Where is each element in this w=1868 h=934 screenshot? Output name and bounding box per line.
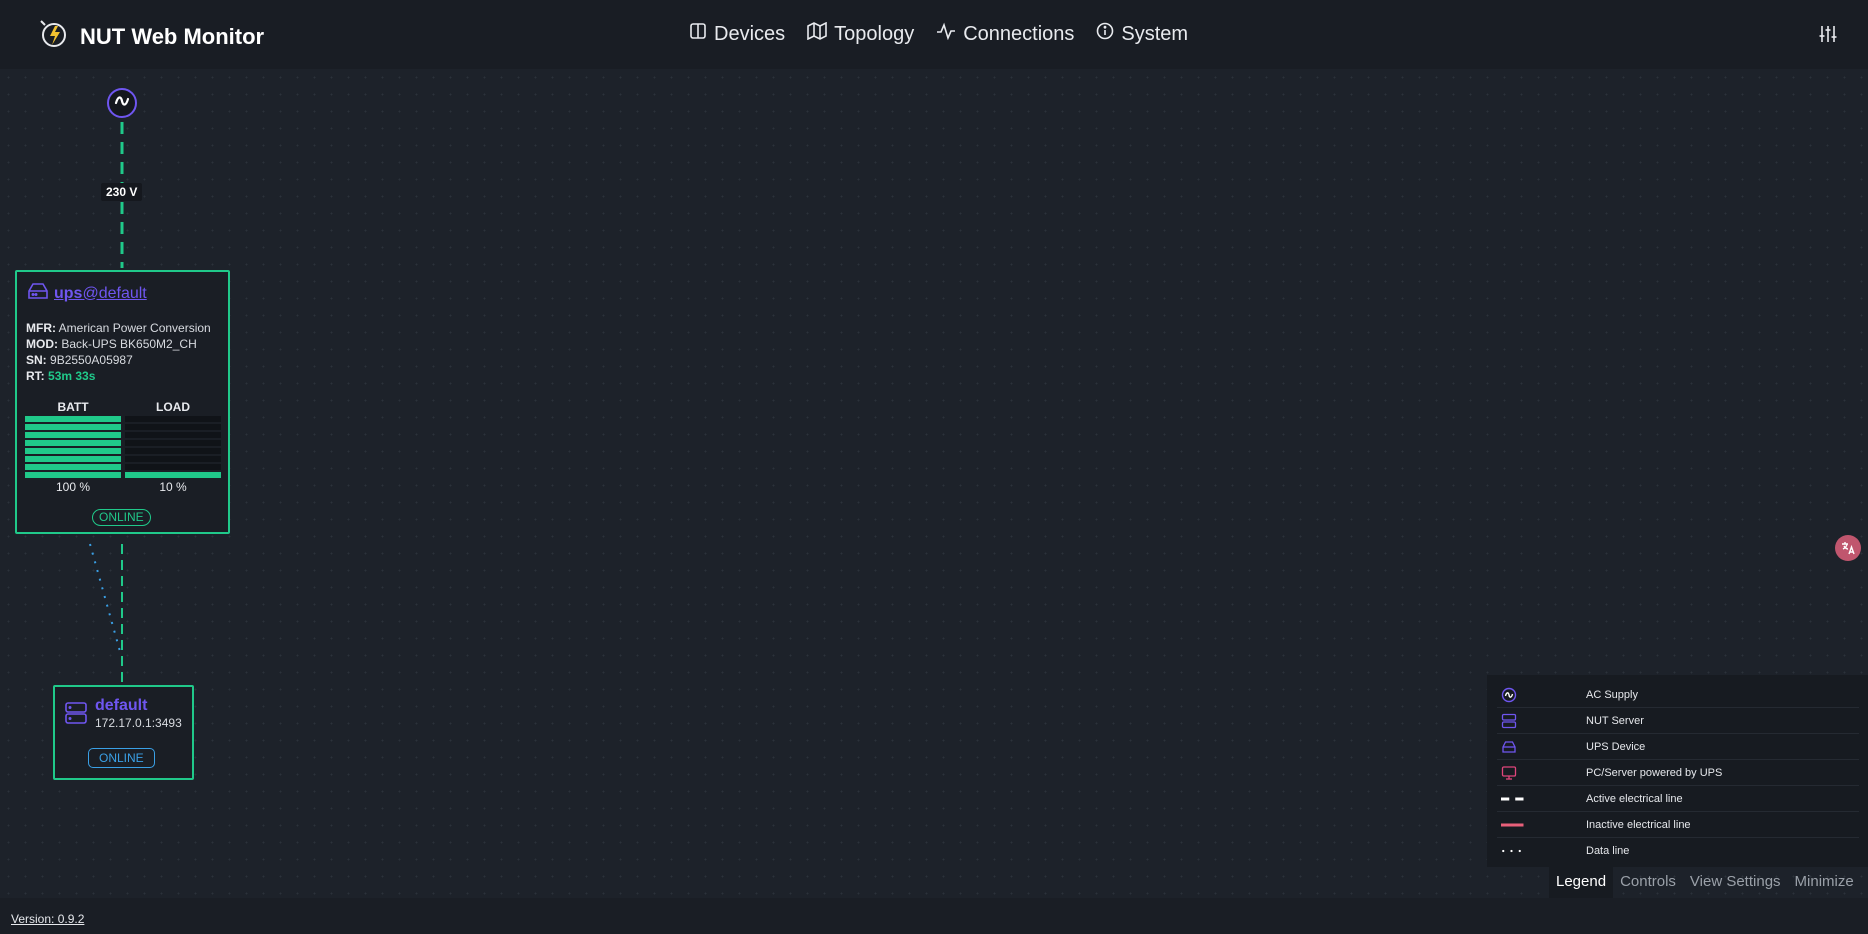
- load-level-bar: [125, 416, 221, 478]
- tab-view-settings[interactable]: View Settings: [1683, 867, 1788, 898]
- battery-bar-segment: [25, 448, 121, 454]
- load-bar-segment: [125, 424, 221, 430]
- nav-connections[interactable]: Connections: [936, 22, 1074, 46]
- voltage-label: 230 V: [101, 183, 143, 201]
- legend-item: UPS Device: [1497, 734, 1859, 760]
- legend-item: Active electrical line: [1497, 786, 1859, 812]
- legend-label: AC Supply: [1586, 688, 1638, 701]
- nut-server-card[interactable]: default 172.17.0.1:3493 ONLINE: [53, 685, 194, 780]
- load-bar-segment: [125, 472, 221, 478]
- mfr-label: MFR:: [26, 321, 56, 335]
- server-name[interactable]: default: [95, 697, 147, 715]
- main-nav: Devices Topology Connections System: [689, 21, 1188, 46]
- ups-server-link[interactable]: @default: [82, 285, 146, 303]
- mfr-value: American Power Conversion: [58, 321, 211, 335]
- server-address: 172.17.0.1:3493: [95, 716, 182, 730]
- monitor-icon: [1497, 765, 1525, 781]
- battery-bar-segment: [25, 456, 121, 462]
- ups-name-link[interactable]: ups: [54, 285, 82, 303]
- lightning-bulb-icon: [38, 17, 72, 56]
- brand-title: NUT Web Monitor: [80, 23, 265, 49]
- legend-label: NUT Server: [1586, 714, 1644, 727]
- server-icon: [64, 701, 88, 730]
- rt-value: 53m 33s: [48, 369, 96, 383]
- load-bar-segment: [125, 448, 221, 454]
- nav-topology[interactable]: Topology: [807, 21, 915, 46]
- server-icon: [1497, 713, 1525, 729]
- dotted-line: [1497, 848, 1525, 854]
- sn-label: SN:: [26, 353, 47, 367]
- battery-bar-segment: [25, 464, 121, 470]
- server-status-badge: ONLINE: [88, 748, 155, 768]
- ups-icon: [26, 282, 50, 305]
- tab-minimize[interactable]: Minimize: [1788, 867, 1861, 898]
- activity-icon: [936, 22, 956, 46]
- solid-line: [1497, 822, 1525, 828]
- battery-bar-segment: [25, 424, 121, 430]
- load-bar-segment: [125, 440, 221, 446]
- ac-supply-icon: [1497, 687, 1525, 703]
- legend-tabs: Legend Controls View Settings Minimize: [1549, 867, 1861, 898]
- legend-item: PC/Server powered by UPS: [1497, 760, 1859, 786]
- nav-devices[interactable]: Devices: [689, 22, 785, 46]
- ups-status-badge: ONLINE: [92, 509, 151, 526]
- ac-sine-icon: [114, 94, 130, 112]
- map-icon: [807, 21, 827, 46]
- rt-label: RT:: [26, 369, 45, 383]
- top-navbar: NUT Web Monitor Devices Topology Connect…: [0, 0, 1868, 69]
- ups-title: ups @default: [26, 282, 147, 305]
- version-link[interactable]: Version: 0.9.2: [11, 912, 84, 926]
- battery-level-bar: [25, 416, 121, 478]
- legend-item: AC Supply: [1497, 682, 1859, 708]
- legend-panel: AC Supply NUT Server UPS Device PC/Serve…: [1487, 675, 1868, 867]
- batt-percent: 100 %: [55, 480, 91, 494]
- brand[interactable]: NUT Web Monitor: [38, 17, 264, 56]
- tab-legend[interactable]: Legend: [1549, 867, 1614, 898]
- tab-controls[interactable]: Controls: [1613, 867, 1683, 898]
- footer: Version: 0.9.2: [0, 898, 1868, 934]
- book-open-icon: [689, 22, 707, 46]
- legend-label: Inactive electrical line: [1586, 818, 1691, 831]
- legend-item: NUT Server: [1497, 708, 1859, 734]
- ups-device-card[interactable]: ups @default MFR: American Power Conversi…: [15, 270, 230, 534]
- nav-topology-label: Topology: [834, 22, 915, 45]
- info-icon: [1096, 22, 1114, 46]
- nav-connections-label: Connections: [963, 22, 1075, 45]
- legend-label: Active electrical line: [1586, 792, 1683, 805]
- battery-bar-segment: [25, 472, 121, 478]
- mod-value: Back-UPS BK650M2_CH: [61, 337, 197, 351]
- load-bar-segment: [125, 432, 221, 438]
- mod-label: MOD:: [26, 337, 58, 351]
- load-bar-segment: [125, 456, 221, 462]
- legend-label: PC/Server powered by UPS: [1586, 766, 1723, 779]
- legend-label: UPS Device: [1586, 740, 1646, 753]
- load-bar-segment: [125, 416, 221, 422]
- sn-value: 9B2550A05987: [50, 353, 133, 367]
- battery-bar-segment: [25, 440, 121, 446]
- load-percent: 10 %: [159, 480, 187, 494]
- battery-bar-segment: [25, 416, 121, 422]
- ac-supply-node[interactable]: [107, 88, 137, 118]
- ups-icon: [1497, 740, 1525, 754]
- batt-header: BATT: [57, 400, 89, 414]
- translate-icon[interactable]: [1835, 535, 1861, 561]
- dashed-line: [1497, 796, 1525, 802]
- nav-system-label: System: [1121, 22, 1189, 45]
- legend-label: Data line: [1586, 844, 1630, 857]
- nav-devices-label: Devices: [714, 22, 786, 45]
- ups-info: MFR: American Power Conversion MOD: Back…: [26, 320, 211, 384]
- load-header: LOAD: [156, 400, 190, 414]
- nav-system[interactable]: System: [1096, 22, 1188, 46]
- battery-bar-segment: [25, 432, 121, 438]
- legend-item: Inactive electrical line: [1497, 812, 1859, 838]
- legend-item: Data line: [1497, 838, 1859, 863]
- sliders-icon[interactable]: [1818, 24, 1838, 49]
- load-bar-segment: [125, 464, 221, 470]
